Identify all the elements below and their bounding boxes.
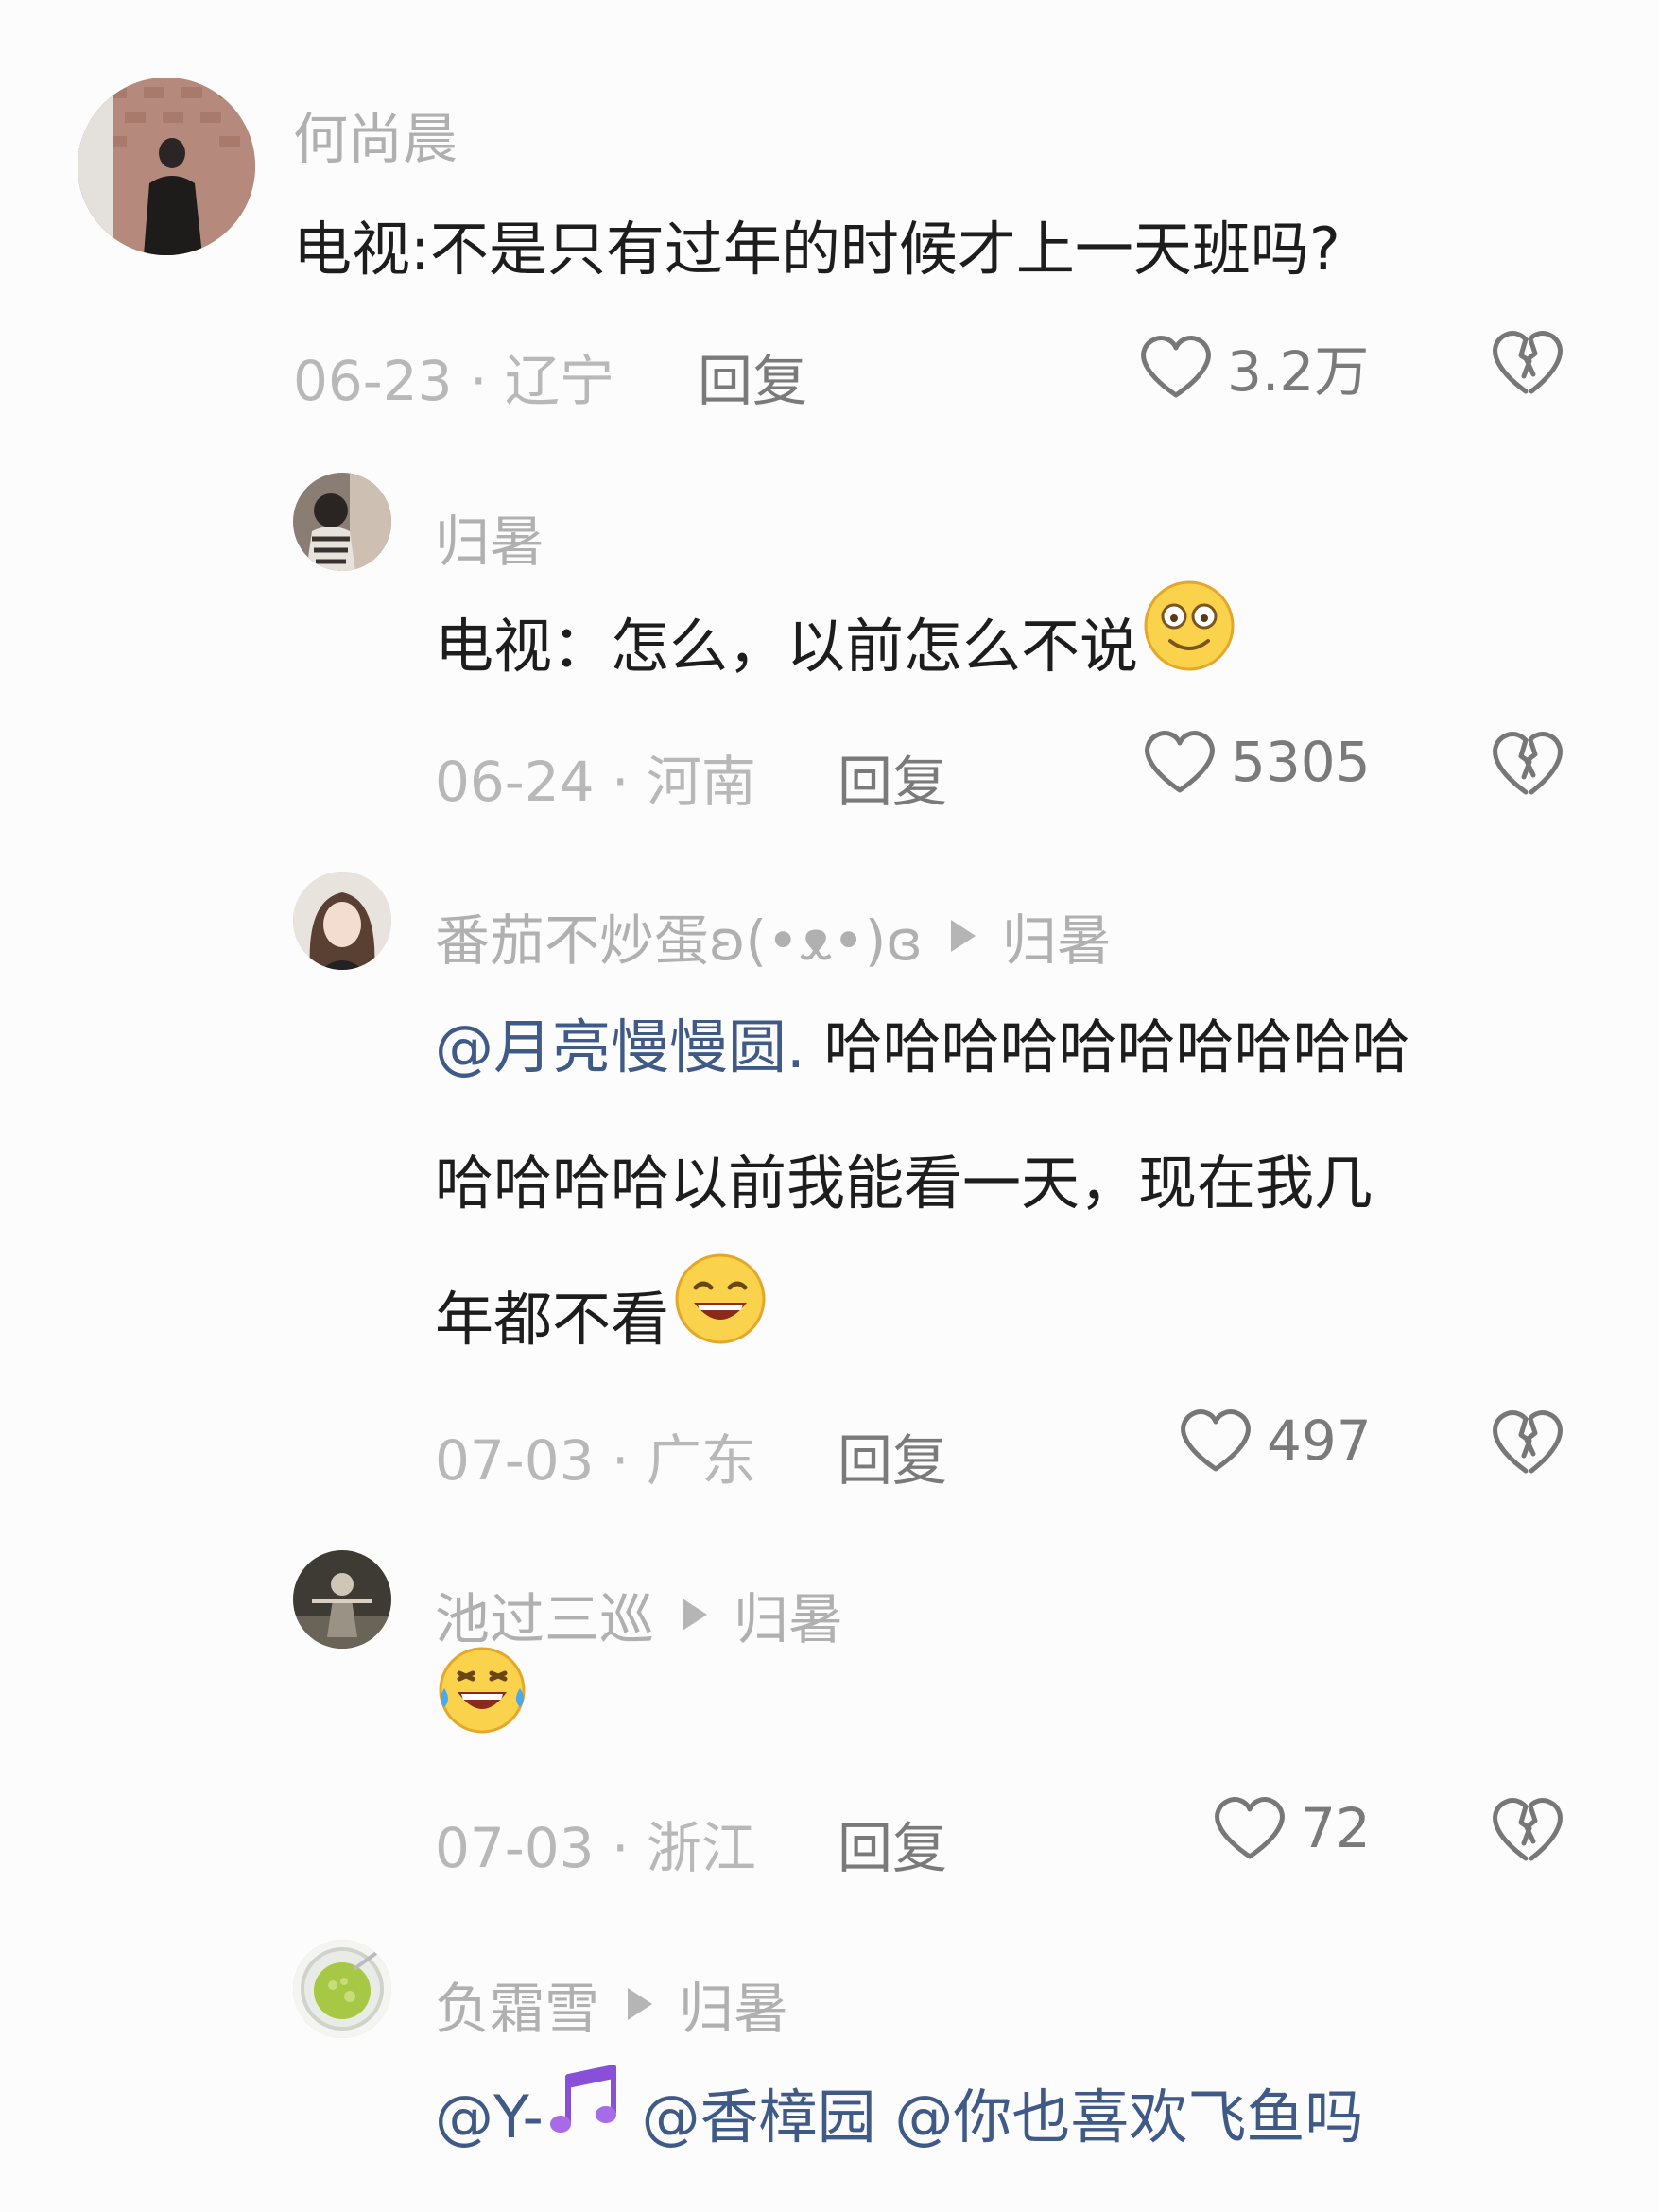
reply-button[interactable]: 回复	[838, 737, 947, 817]
meta-separator: ·	[469, 349, 488, 413]
like-button[interactable]: 497	[1178, 1407, 1372, 1475]
mention-name: @Y-	[435, 2082, 544, 2152]
heart-outline-icon	[1141, 336, 1211, 398]
reply-button[interactable]: 回复	[838, 1804, 947, 1883]
comment-author[interactable]: 归暑	[435, 497, 544, 577]
comment-text: 电视:不是只有过年的时候才上一天班吗?	[293, 215, 1340, 284]
like-button[interactable]: 3.2万	[1138, 327, 1369, 406]
comment-date: 07-03	[435, 1816, 595, 1880]
comment-text: @Y- @香樟园 @你也喜欢飞鱼吗	[435, 2049, 1363, 2189]
avatar[interactable]	[293, 1940, 391, 2038]
heart-outline-icon	[1215, 1797, 1285, 1859]
meta-separator: ·	[611, 1428, 630, 1493]
comment-region: 河南	[646, 750, 756, 814]
grin-emoji	[673, 1252, 768, 1394]
comment-text-content: 电视：怎么，以前怎么不说	[435, 612, 1139, 681]
like-count: 72	[1301, 1796, 1371, 1860]
smile-emoji	[1142, 579, 1236, 721]
comment-text: 电视：怎么，以前怎么不说	[435, 579, 1236, 721]
comment-text-line: 哈哈哈哈哈哈哈哈哈哈	[823, 1012, 1410, 1081]
comment-meta: 06-24 · 河南	[435, 737, 756, 817]
comment-text	[435, 1643, 529, 1786]
avatar[interactable]	[78, 78, 255, 255]
music-notes-emoji	[544, 2053, 623, 2189]
mention-link[interactable]: @月亮慢慢圆.	[435, 1012, 805, 1081]
like-count: 497	[1267, 1408, 1372, 1473]
dislike-button[interactable]	[1490, 728, 1565, 802]
like-button[interactable]: 72	[1212, 1794, 1371, 1862]
reply-target[interactable]: 归暑	[1002, 896, 1112, 976]
comment-author[interactable]: 何尚晨	[293, 95, 458, 174]
mention-link[interactable]: @香樟园	[642, 2082, 876, 2152]
comment-region: 浙江	[646, 1816, 756, 1880]
tears-of-joy-emoji	[435, 1643, 529, 1786]
like-button[interactable]: 5305	[1142, 728, 1371, 796]
broken-heart-icon	[1493, 1798, 1563, 1861]
mention-link[interactable]: @Y-	[435, 2064, 623, 2152]
comment-text: 哈哈哈哈以前我能看一天，现在我几	[435, 1149, 1374, 1218]
heart-outline-icon	[1181, 1409, 1251, 1472]
comment-text-line: 年都不看	[435, 1285, 670, 1354]
comment-date: 06-23	[293, 349, 453, 413]
broken-heart-icon	[1493, 1410, 1563, 1474]
meta-separator: ·	[611, 1816, 630, 1880]
reply-arrow-icon	[628, 1988, 653, 2020]
reply-target[interactable]: 归暑	[679, 1964, 788, 2044]
comment-text: @月亮慢慢圆. 哈哈哈哈哈哈哈哈哈哈	[435, 979, 1409, 1115]
comment-meta: 06-23 · 辽宁	[293, 337, 614, 416]
avatar[interactable]	[293, 872, 391, 970]
author-name: 番茄不炒蛋ʚ(•ᴥ•)ɞ	[435, 908, 923, 973]
broken-heart-icon	[1493, 331, 1563, 394]
comment-author[interactable]: 番茄不炒蛋ʚ(•ᴥ•)ɞ 归暑	[435, 896, 1112, 976]
heart-outline-icon	[1145, 731, 1215, 793]
mention-link[interactable]: @你也喜欢飞鱼吗	[894, 2082, 1363, 2152]
comment-region: 辽宁	[504, 349, 614, 413]
author-name: 负霜雪	[435, 1977, 600, 2041]
comment-author[interactable]: 负霜雪 归暑	[435, 1964, 788, 2044]
reply-button[interactable]: 回复	[838, 1416, 947, 1495]
like-count: 3.2万	[1227, 339, 1370, 404]
avatar[interactable]	[293, 473, 391, 571]
comment-meta: 07-03 · 广东	[435, 1416, 756, 1495]
comment-date: 06-24	[435, 750, 595, 814]
dislike-button[interactable]	[1490, 1794, 1565, 1868]
like-count: 5305	[1231, 730, 1371, 794]
broken-heart-icon	[1493, 732, 1563, 795]
comment-meta: 07-03 · 浙江	[435, 1804, 756, 1883]
reply-arrow-icon	[683, 1599, 708, 1631]
avatar[interactable]	[293, 1550, 391, 1649]
meta-separator: ·	[611, 750, 630, 814]
dislike-button[interactable]	[1490, 1407, 1565, 1480]
comment-date: 07-03	[435, 1428, 595, 1493]
dislike-button[interactable]	[1490, 327, 1565, 401]
comment-region: 广东	[646, 1428, 756, 1493]
reply-button[interactable]: 回复	[698, 337, 807, 416]
reply-arrow-icon	[950, 920, 976, 952]
reply-target[interactable]: 归暑	[734, 1575, 843, 1654]
comment-text: 年都不看	[435, 1252, 768, 1394]
